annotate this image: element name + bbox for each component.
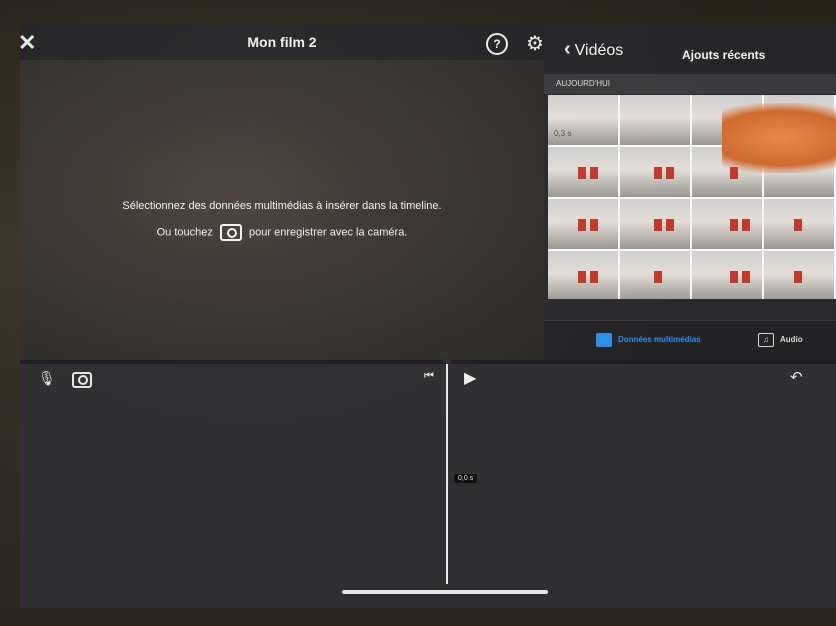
playhead-time: 0,0 s bbox=[454, 474, 478, 483]
chevron-left-icon: ‹ bbox=[564, 38, 571, 60]
browser-tabs: Données multimédias ♫ Audio bbox=[544, 320, 836, 361]
back-label: Vidéos bbox=[574, 42, 624, 59]
empty-hint-line1: Sélectionnez des données multimédias à i… bbox=[122, 200, 442, 212]
book-shape bbox=[794, 219, 802, 231]
hint-suffix: pour enregistrer avec la caméra. bbox=[249, 226, 408, 239]
camera-icon bbox=[219, 224, 242, 241]
thumbnail-strip-row bbox=[548, 199, 836, 251]
thumbnail-duration: 0,3 s bbox=[554, 129, 572, 138]
finger-overlay bbox=[722, 103, 836, 173]
playhead[interactable] bbox=[446, 364, 448, 584]
thumbnail-frame bbox=[620, 95, 692, 145]
book-shape bbox=[590, 219, 598, 231]
book-shape bbox=[578, 219, 586, 231]
thumbnail-strip-row bbox=[548, 251, 836, 299]
thumbnail-frame bbox=[692, 251, 764, 299]
tab-audio[interactable]: ♫ Audio bbox=[758, 333, 803, 347]
hint-prefix: Ou touchez bbox=[156, 226, 213, 239]
book-shape bbox=[742, 219, 750, 231]
play-icon[interactable]: ▶ bbox=[464, 368, 476, 388]
microphone-icon[interactable]: 🎙 bbox=[38, 370, 56, 387]
collection-title: Ajouts récents bbox=[682, 48, 766, 62]
book-shape bbox=[578, 167, 586, 179]
thumbnail-frame bbox=[764, 251, 836, 299]
book-shape bbox=[590, 167, 598, 179]
thumbnail-frame bbox=[548, 147, 620, 197]
book-shape bbox=[666, 219, 674, 231]
thumbnail-frame bbox=[620, 251, 692, 299]
thumbnail-frame bbox=[620, 199, 692, 249]
tab-media-label: Données multimédias bbox=[618, 335, 701, 345]
thumbnail-frame bbox=[548, 199, 620, 249]
thumbnail-frame bbox=[764, 199, 836, 249]
undo-icon[interactable]: ↶ bbox=[790, 368, 803, 386]
book-shape bbox=[730, 271, 738, 283]
book-shape bbox=[654, 167, 662, 179]
book-shape bbox=[794, 271, 802, 283]
back-button[interactable]: ‹ Vidéos bbox=[564, 38, 623, 61]
thumbnail-frame bbox=[620, 147, 692, 197]
section-header: AUJOURD'HUI bbox=[544, 74, 836, 94]
gear-icon[interactable]: ⚙ bbox=[526, 31, 544, 56]
book-shape bbox=[730, 219, 738, 231]
book-shape bbox=[578, 271, 586, 283]
media-browser: ‹ Vidéos Ajouts récents AUJOURD'HUI 0,3 s bbox=[544, 24, 836, 361]
tab-media[interactable]: Données multimédias bbox=[596, 333, 701, 347]
thumbnail-frame bbox=[548, 251, 620, 299]
book-shape bbox=[590, 271, 598, 283]
video-thumbnail[interactable]: 0,3 s bbox=[548, 95, 836, 299]
book-shape bbox=[654, 271, 662, 283]
project-title: Mon film 2 bbox=[247, 34, 317, 50]
tab-audio-label: Audio bbox=[780, 335, 803, 345]
app-screen: ✕ Mon film 2 ? ⚙ Sélectionnez des donnée… bbox=[20, 24, 836, 608]
book-shape bbox=[742, 271, 750, 283]
preview-viewer: Sélectionnez des données multimédias à i… bbox=[20, 60, 544, 360]
camera-icon[interactable] bbox=[72, 372, 92, 388]
empty-hint-line2: Ou touchez pour enregistrer avec la camé… bbox=[20, 224, 544, 241]
skip-back-icon[interactable]: ⏮ bbox=[424, 370, 434, 383]
timeline[interactable]: 🎙 ⏮ ▶ ↶ 0,0 s bbox=[20, 358, 836, 608]
device-frame: ✕ Mon film 2 ? ⚙ Sélectionnez des donnée… bbox=[0, 0, 836, 626]
thumbnail-frame bbox=[692, 199, 764, 249]
top-bar: ✕ Mon film 2 ? ⚙ bbox=[20, 24, 544, 60]
help-icon[interactable]: ? bbox=[486, 33, 508, 55]
music-note-icon: ♫ bbox=[758, 333, 774, 347]
home-indicator[interactable] bbox=[342, 590, 548, 594]
browser-header: ‹ Vidéos Ajouts récents bbox=[544, 24, 836, 74]
book-shape bbox=[666, 167, 674, 179]
film-icon bbox=[596, 333, 612, 347]
book-shape bbox=[654, 219, 662, 231]
